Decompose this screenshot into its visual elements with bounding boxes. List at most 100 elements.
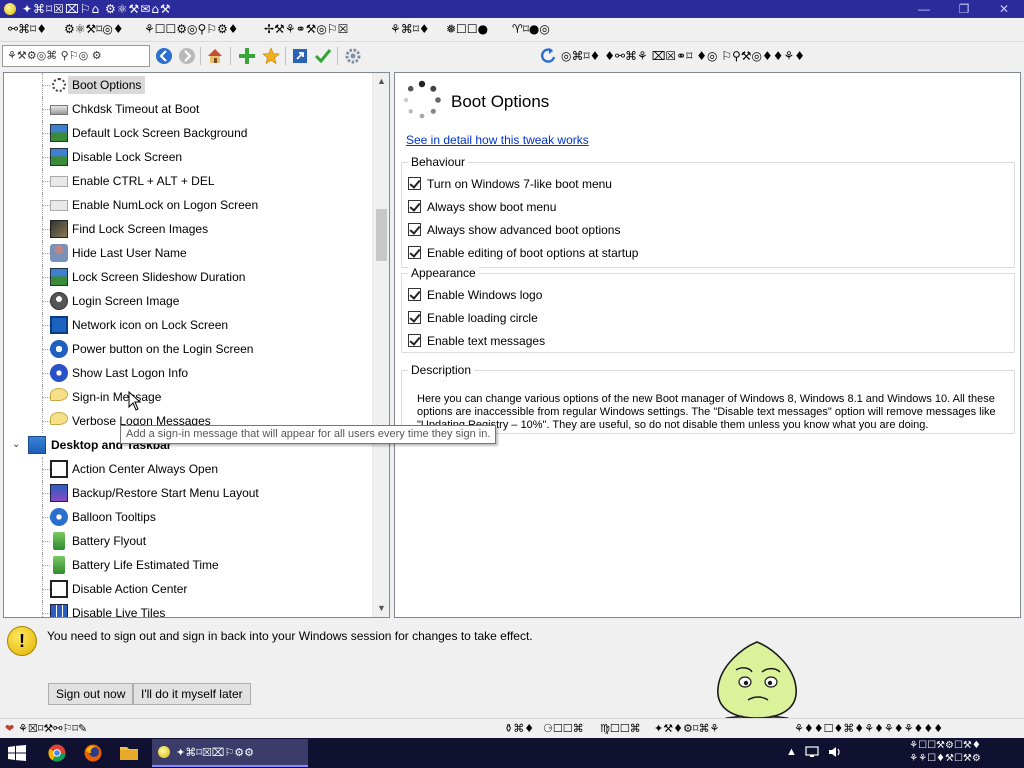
tree-item-power-button-on-the-login-screen[interactable]: Power button on the Login Screen: [4, 337, 372, 361]
status-link-5[interactable]: ⚘♦♦☐♦⌘♦⚘♦⚘♦⚘♦♦♦: [794, 722, 943, 735]
tree-item-disable-lock-screen[interactable]: Disable Lock Screen: [4, 145, 372, 169]
tree-item-backup-restore-start-menu-layout[interactable]: Backup/Restore Start Menu Layout: [4, 481, 372, 505]
tree-item-enable-numlock-on-logon-screen[interactable]: Enable NumLock on Logon Screen: [4, 193, 372, 217]
status-bar: ❤ ⚘☒⌑⚒⚯⚐⌑✎ ⚱⌘♦ ⚆☐☐⌘ ♍☐☐⌘ ✦⚒♦⚙⌑⌘⚘ ⚘♦♦☐♦⌘♦…: [0, 718, 1024, 738]
window-title: ✦⌘⌑☒⌧⚐⌂ ⚙⚛⚒✉⌂⚒: [22, 2, 172, 16]
do-it-later-button[interactable]: I'll do it myself later: [133, 683, 251, 705]
scroll-down-icon[interactable]: ▼: [373, 600, 389, 617]
keyboard-icon: [50, 176, 68, 187]
tree-item-boot-options[interactable]: Boot Options: [4, 73, 372, 97]
tree-item-default-lock-screen-background[interactable]: Default Lock Screen Background: [4, 121, 372, 145]
tree-item-label: Hide Last User Name: [72, 246, 187, 260]
tree-item-action-center-always-open[interactable]: Action Center Always Open: [4, 457, 372, 481]
tree-item-network-icon-on-lock-screen[interactable]: Network icon on Lock Screen: [4, 313, 372, 337]
tree-item-label: Login Screen Image: [72, 294, 180, 308]
scrollbar-thumb[interactable]: [376, 209, 387, 261]
home-icon[interactable]: [205, 46, 225, 66]
tweak-details-link[interactable]: See in detail how this tweak works: [406, 133, 589, 147]
tree-item-label: Disable Lock Screen: [72, 150, 183, 164]
menu-item-7[interactable]: ♈⌑●◎: [512, 22, 550, 36]
boot-spinner-icon: [403, 80, 441, 119]
mouse-cursor-icon: [128, 391, 142, 411]
menu-item-4[interactable]: ✢⚒⚘⚭⚒◎⚐☒: [264, 22, 348, 36]
tree-item-disable-live-tiles[interactable]: Disable Live Tiles: [4, 601, 372, 618]
help-icon: [50, 364, 68, 382]
tree-item-sign-in-message[interactable]: Sign-in Message: [4, 385, 372, 409]
export-icon[interactable]: [290, 46, 310, 66]
menu-item-2[interactable]: ⚙⚛⚒⌑◎♦: [64, 22, 124, 36]
tray-chevron-icon[interactable]: ▲: [786, 746, 797, 758]
sign-in-message-tooltip: Add a sign-in message that will appear f…: [120, 425, 497, 444]
user-circle-icon: [50, 292, 68, 310]
user-icon: [50, 244, 68, 262]
tree-item-enable-ctrl-alt-del[interactable]: Enable CTRL + ALT + DEL: [4, 169, 372, 193]
collapse-chevron-icon[interactable]: ⌄: [12, 439, 20, 450]
tree-item-find-lock-screen-images[interactable]: Find Lock Screen Images: [4, 217, 372, 241]
donate-heart-icon[interactable]: ❤: [5, 722, 14, 735]
minimize-button[interactable]: —: [904, 0, 944, 18]
status-donate-link[interactable]: ⚘☒⌑⚒⚯⚐⌑✎: [18, 722, 87, 735]
back-icon[interactable]: [154, 46, 174, 66]
status-link-4[interactable]: ✦⚒♦⚙⌑⌘⚘: [654, 722, 719, 735]
chrome-icon[interactable]: [46, 743, 68, 763]
maximize-button[interactable]: ❐: [944, 0, 984, 18]
tree-item-hide-last-user-name[interactable]: Hide Last User Name: [4, 241, 372, 265]
menu-item-3[interactable]: ⚘☐☐⚙◎⚲⚐⚙♦: [144, 22, 239, 36]
scroll-up-icon[interactable]: ▲: [373, 73, 389, 90]
tree-item-label: Enable CTRL + ALT + DEL: [72, 174, 215, 188]
taskbar-winaero-tweaker[interactable]: ✦⌘⌑☒⌧⚐⚙⚙: [152, 739, 308, 767]
tree-item-show-last-logon-info[interactable]: Show Last Logon Info: [4, 361, 372, 385]
tree-item-login-screen-image[interactable]: Login Screen Image: [4, 289, 372, 313]
status-link-1[interactable]: ⚱⌘♦: [504, 722, 534, 735]
speech-bubble-icon: [50, 412, 68, 425]
speech-bubble-icon: [50, 388, 68, 401]
battery-icon: [53, 532, 65, 550]
appearance-group: Appearance Enable Windows logo Enable lo…: [401, 266, 1015, 353]
tree-item-label: Balloon Tooltips: [72, 510, 156, 524]
status-link-3[interactable]: ♍☐☐⌘: [600, 722, 641, 735]
restart-notice-text: You need to sign out and sign in back in…: [47, 629, 533, 643]
add-bookmark-icon[interactable]: [237, 46, 257, 66]
menu-item-6[interactable]: ❅☐☐●: [446, 22, 488, 36]
tree-item-balloon-tooltips[interactable]: Balloon Tooltips: [4, 505, 372, 529]
description-text: Here you can change various options of t…: [417, 393, 996, 431]
toolbar: ⚘⚒⚙◎⌘ ⚲⚐◎ ⚙ ◎⌘⌑♦ ♦⚯⌘⚘ ⌧☒⚭⌑ ♦◎ ⚐⚲⚒◎♦♦⚘♦: [0, 43, 1024, 69]
volume-icon[interactable]: [828, 746, 842, 761]
notification-bar: ! You need to sign out and sign in back …: [0, 620, 1024, 718]
status-link-2[interactable]: ⚆☐☐⌘: [543, 722, 584, 735]
bookmarks-star-icon[interactable]: [261, 46, 281, 66]
tree-scrollbar[interactable]: ▲ ▼: [372, 73, 389, 617]
close-button[interactable]: ✕: [984, 0, 1024, 18]
menu-item-5[interactable]: ⚘⌘⌑♦: [390, 22, 430, 36]
tree-item-battery-life-estimated-time[interactable]: Battery Life Estimated Time: [4, 553, 372, 577]
tree-item-lock-screen-slideshow-duration[interactable]: Lock Screen Slideshow Duration: [4, 265, 372, 289]
tree-item-disable-action-center[interactable]: Disable Action Center: [4, 577, 372, 601]
reset-arrow-icon[interactable]: [538, 46, 558, 66]
tree-item-chkdsk-timeout-at-boot[interactable]: Chkdsk Timeout at Boot: [4, 97, 372, 121]
tree-item-battery-flyout[interactable]: Battery Flyout: [4, 529, 372, 553]
title-bar: ✦⌘⌑☒⌧⚐⌂ ⚙⚛⚒✉⌂⚒ — ❐ ✕: [0, 0, 1024, 18]
forward-icon[interactable]: [177, 46, 197, 66]
landscape-icon: [50, 268, 68, 286]
apply-check-icon[interactable]: [313, 46, 333, 66]
windows-start-icon[interactable]: [8, 745, 26, 761]
menu-item-1[interactable]: ⚯⌘⌑♦: [8, 22, 47, 36]
description-group-title: Description: [408, 363, 475, 377]
taskbar-clock[interactable]: ⚘☐☐⚒⚙☐⚒♦ ⚘⚘☐♦⚒☐⚒⚙: [870, 739, 1020, 765]
network-icon[interactable]: [805, 746, 819, 761]
winaero-tweaker-window: ✦⌘⌑☒⌧⚐⌂ ⚙⚛⚒✉⌂⚒ — ❐ ✕ ⚯⌘⌑♦ ⚙⚛⚒⌑◎♦ ⚘☐☐⚙◎⚲⚐…: [0, 0, 1024, 738]
clock-date: ⚘⚘☐♦⚒☐⚒⚙: [909, 753, 981, 764]
tweaks-tree: Boot Options Chkdsk Timeout at Boot Defaul…: [3, 72, 390, 618]
taskbar-app-title: ✦⌘⌑☒⌧⚐⚙⚙: [176, 746, 254, 759]
sign-out-now-button[interactable]: Sign out now: [48, 683, 134, 705]
tree-item-label: Power button on the Login Screen: [72, 342, 254, 356]
firefox-icon[interactable]: [82, 743, 104, 763]
reset-defaults-label[interactable]: ◎⌘⌑♦ ♦⚯⌘⚘ ⌧☒⚭⌑ ♦◎ ⚐⚲⚒◎♦♦⚘♦: [561, 49, 805, 63]
landscape-icon: [50, 124, 68, 142]
file-explorer-icon[interactable]: [118, 743, 140, 763]
start-menu-icon: [50, 484, 68, 502]
tree-item-label: Disable Live Tiles: [72, 606, 166, 618]
settings-gear-icon[interactable]: [343, 46, 363, 66]
search-input[interactable]: ⚘⚒⚙◎⌘ ⚲⚐◎ ⚙: [2, 45, 150, 67]
tree-item-label: Backup/Restore Start Menu Layout: [72, 486, 259, 500]
